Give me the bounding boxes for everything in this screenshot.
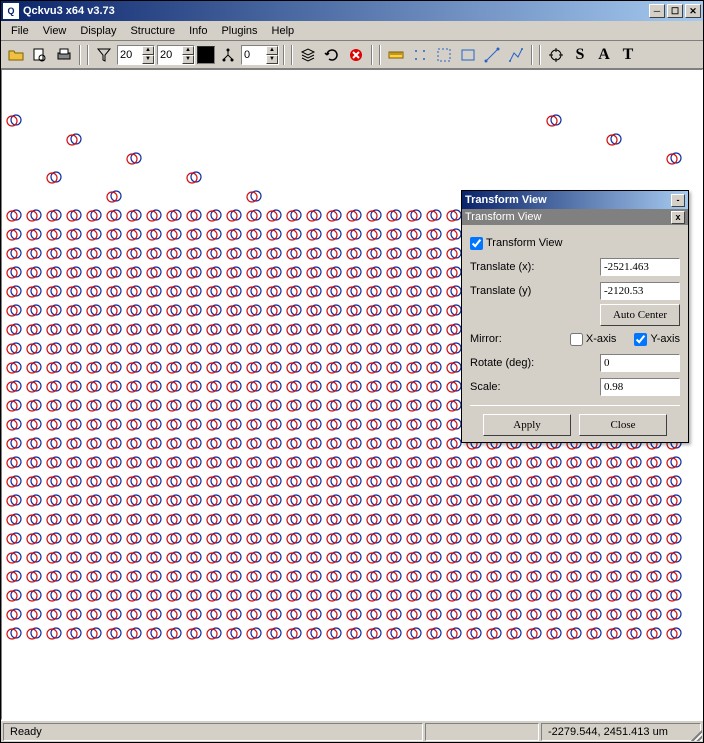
menu-plugins[interactable]: Plugins [215,23,263,39]
toolbar: ▲▼ ▲▼ ▲▼ [1,41,703,69]
toolbar-separator [87,45,89,65]
spin-up-icon[interactable]: ▲ [182,46,194,55]
t-tool-icon[interactable]: T [617,44,639,66]
mirror-y-label: Y-axis [650,333,680,345]
spin-down-icon[interactable]: ▼ [142,55,154,64]
titlebar-buttons: ─ ☐ ✕ [649,4,701,18]
transform-enable-row: Transform View [470,231,680,255]
toolbar-separator [379,45,381,65]
rotate-label: Rotate (deg): [470,357,548,369]
menu-file[interactable]: File [5,23,35,39]
color-swatch[interactable] [197,46,215,64]
dialog-button-row: Apply Close [470,405,680,436]
translate-y-label: Translate (y) [470,285,548,297]
transform-enable-input[interactable] [470,237,483,250]
dialog-titlebar[interactable]: Transform View - [462,191,688,209]
resize-grip-icon[interactable] [688,727,702,741]
mirror-x-checkbox[interactable]: X-axis [570,333,617,346]
mirror-label: Mirror: [470,333,548,345]
target-icon[interactable] [545,44,567,66]
toolbar-separator [539,45,541,65]
menu-display[interactable]: Display [74,23,122,39]
refresh-icon[interactable] [321,44,343,66]
toolbar-separator [79,45,81,65]
nesting-spinner-2[interactable]: ▲▼ [157,45,195,65]
dialog-title: Transform View [465,194,671,206]
dialog-pin-icon[interactable]: - [671,194,685,207]
translate-x-row: Translate (x): [470,255,680,279]
rect-tool-icon[interactable] [457,44,479,66]
menu-structure[interactable]: Structure [124,23,181,39]
rotate-input[interactable] [600,354,680,372]
menu-info[interactable]: Info [183,23,213,39]
transform-view-dialog: Transform View - Transform View x Transf… [461,190,689,443]
mirror-y-checkbox[interactable]: Y-axis [634,333,680,346]
a-tool-icon[interactable]: A [593,44,615,66]
toolbar-separator [531,45,533,65]
window-title: Qckvu3 x64 v3.73 [23,5,649,17]
transform-enable-checkbox[interactable]: Transform View [470,237,562,250]
mirror-x-label: X-axis [586,333,617,345]
titlebar: Q Qckvu3 x64 v3.73 ─ ☐ ✕ [1,1,703,21]
rect-select-icon[interactable] [433,44,455,66]
layers-icon[interactable] [297,44,319,66]
status-middle-pane [425,723,539,741]
toolbar-separator [283,45,285,65]
dialog-subtitle-bar: Transform View x [462,209,688,225]
path-tool-icon[interactable] [505,44,527,66]
rotate-row: Rotate (deg): [470,351,680,375]
menu-view[interactable]: View [37,23,73,39]
level-spinner[interactable]: ▲▼ [241,45,279,65]
hierarchy-icon[interactable] [217,44,239,66]
auto-center-button[interactable]: Auto Center [600,304,680,326]
scale-input[interactable] [600,378,680,396]
scale-row: Scale: [470,375,680,399]
status-ready-pane: Ready [3,723,423,741]
transform-enable-label: Transform View [486,237,562,249]
apply-button[interactable]: Apply [483,414,571,436]
dialog-subtitle: Transform View [465,211,671,223]
nesting-input-1[interactable] [118,48,142,62]
s-tool-icon[interactable]: S [569,44,591,66]
translate-y-row: Translate (y) [470,279,680,303]
print-icon[interactable] [53,44,75,66]
preview-icon[interactable] [29,44,51,66]
translate-x-input[interactable] [600,258,680,276]
line-tool-icon[interactable] [481,44,503,66]
scale-label: Scale: [470,381,548,393]
points-icon[interactable] [409,44,431,66]
nesting-spinner-1[interactable]: ▲▼ [117,45,155,65]
toolbar-separator [291,45,293,65]
status-coords-pane: -2279.544, 2451.413 um [541,723,701,741]
spin-down-icon[interactable]: ▼ [266,55,278,64]
maximize-button[interactable]: ☐ [667,4,683,18]
filter-icon[interactable] [93,44,115,66]
stop-icon[interactable] [345,44,367,66]
nesting-input-2[interactable] [158,48,182,62]
statusbar: Ready -2279.544, 2451.413 um [1,720,703,742]
toolbar-separator [371,45,373,65]
close-dialog-button[interactable]: Close [579,414,667,436]
ruler-icon[interactable] [385,44,407,66]
app-icon: Q [3,3,19,19]
spin-up-icon[interactable]: ▲ [266,46,278,55]
dialog-close-icon[interactable]: x [671,211,685,224]
spin-down-icon[interactable]: ▼ [182,55,194,64]
menu-help[interactable]: Help [266,23,301,39]
mirror-x-input[interactable] [570,333,583,346]
translate-y-input[interactable] [600,282,680,300]
translate-x-label: Translate (x): [470,261,548,273]
auto-center-row: Auto Center [470,303,680,327]
mirror-y-input[interactable] [634,333,647,346]
menubar: File View Display Structure Info Plugins… [1,21,703,41]
mirror-row: Mirror: X-axis Y-axis [470,327,680,351]
dialog-body: Transform View Translate (x): Translate … [462,225,688,442]
level-input[interactable] [242,48,266,62]
close-button[interactable]: ✕ [685,4,701,18]
minimize-button[interactable]: ─ [649,4,665,18]
open-icon[interactable] [5,44,27,66]
spin-up-icon[interactable]: ▲ [142,46,154,55]
